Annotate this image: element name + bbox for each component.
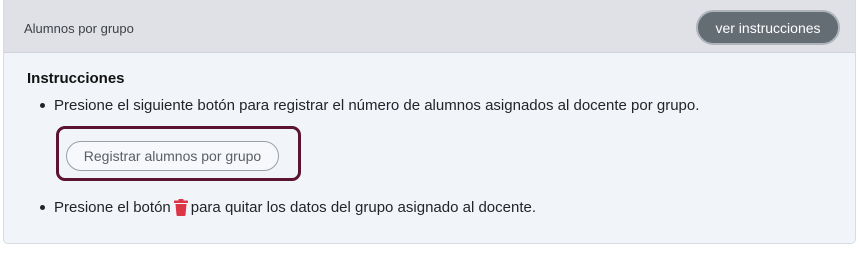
bullet-dot bbox=[40, 205, 45, 210]
instruction-text-delete-after: para quitar los datos del grupo asignado… bbox=[190, 198, 536, 216]
instruction-text-register: Presione el siguiente botón para registr… bbox=[54, 96, 700, 114]
instruction-item-register: Presione el siguiente botón para registr… bbox=[40, 95, 700, 115]
view-instructions-button[interactable]: ver instrucciones bbox=[696, 10, 840, 45]
register-students-button[interactable]: Registrar alumnos por grupo bbox=[66, 141, 279, 171]
trash-icon bbox=[173, 198, 188, 216]
instruction-item-delete: Presione el botón para quitar los datos … bbox=[40, 197, 536, 217]
instruction-text-delete-before: Presione el botón bbox=[54, 198, 171, 216]
card-header: Alumnos por grupo ver instrucciones bbox=[4, 0, 855, 53]
card-title: Alumnos por grupo bbox=[24, 21, 134, 36]
bullet-dot bbox=[40, 103, 45, 108]
instructions-heading: Instrucciones bbox=[27, 70, 125, 87]
students-per-group-card: Alumnos por grupo ver instrucciones Inst… bbox=[3, 0, 856, 244]
